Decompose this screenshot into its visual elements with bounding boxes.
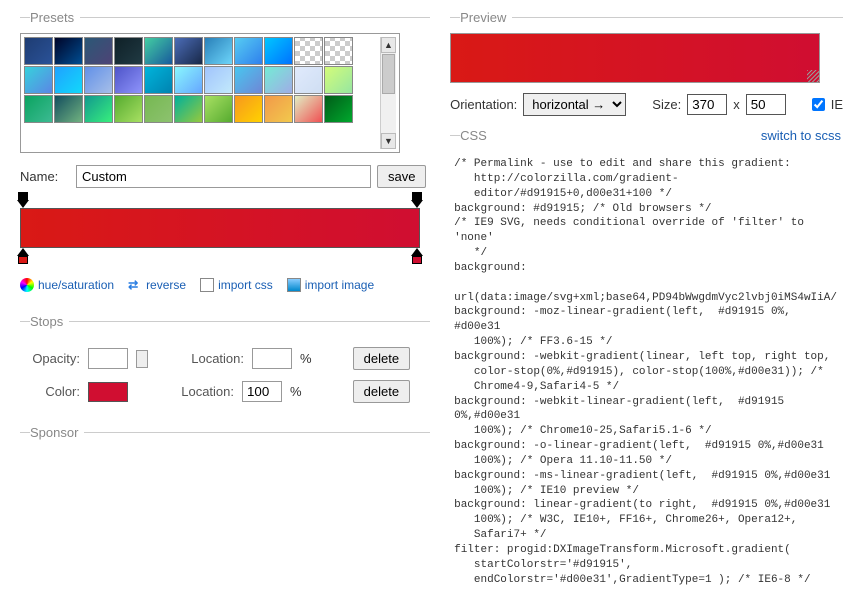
scroll-up-arrow[interactable]: ▲: [381, 37, 396, 53]
percent-1: %: [300, 351, 312, 366]
size-x: x: [733, 97, 740, 112]
height-input[interactable]: [746, 94, 786, 115]
hue-saturation-action[interactable]: hue/saturation: [20, 278, 114, 292]
import-image-icon: [287, 278, 301, 292]
preset-swatch[interactable]: [144, 37, 173, 65]
save-button[interactable]: save: [377, 165, 426, 188]
opacity-location-label: Location:: [184, 351, 244, 366]
preset-swatch[interactable]: [24, 66, 53, 94]
import-css-action[interactable]: import css: [200, 278, 273, 292]
ie-checkbox[interactable]: [812, 98, 825, 111]
name-input[interactable]: [76, 165, 371, 188]
css-section: CSS switch to scss /* Permalink - use to…: [450, 128, 843, 593]
preview-section: Preview Orientation: horizontal → Size: …: [450, 10, 843, 116]
preset-swatch[interactable]: [324, 95, 353, 123]
orientation-label: Orientation:: [450, 97, 517, 112]
color-stop-left[interactable]: [17, 248, 29, 264]
opacity-stop-right[interactable]: [411, 192, 423, 208]
preset-swatch[interactable]: [24, 37, 53, 65]
preview-box: [450, 33, 820, 83]
switch-to-scss-link[interactable]: switch to scss: [761, 128, 841, 143]
preset-swatch[interactable]: [324, 37, 353, 65]
stops-legend: Stops: [30, 314, 69, 329]
hue-icon: [20, 278, 34, 292]
gradient-editor[interactable]: [20, 208, 420, 248]
preset-swatch[interactable]: [114, 66, 143, 94]
presets-section: Presets ▲ ▼ Name: save: [20, 10, 430, 302]
presets-legend: Presets: [30, 10, 80, 25]
ie-label: IE: [831, 97, 843, 112]
presets-grid: [24, 37, 380, 149]
opacity-input[interactable]: [88, 348, 128, 369]
import-css-icon: [200, 278, 214, 292]
preview-legend: Preview: [460, 10, 512, 25]
opacity-stop-left[interactable]: [17, 192, 29, 208]
preset-swatch[interactable]: [114, 95, 143, 123]
gradient-bar[interactable]: [20, 208, 420, 248]
color-location-input[interactable]: [242, 381, 282, 402]
preset-swatch[interactable]: [84, 37, 113, 65]
stops-section: Stops Opacity: Location: % delete Color:…: [20, 314, 430, 413]
color-swatch[interactable]: [88, 382, 128, 402]
scroll-down-arrow[interactable]: ▼: [381, 133, 396, 149]
orientation-select[interactable]: horizontal →: [523, 93, 626, 116]
percent-2: %: [290, 384, 302, 399]
preset-swatch[interactable]: [84, 95, 113, 123]
preset-swatch[interactable]: [234, 37, 263, 65]
preset-swatch[interactable]: [204, 37, 233, 65]
size-label: Size:: [652, 97, 681, 112]
css-legend-text: CSS: [460, 128, 487, 143]
import-image-action[interactable]: import image: [287, 278, 374, 292]
name-label: Name:: [20, 169, 70, 184]
reverse-action[interactable]: ⇄reverse: [128, 278, 186, 292]
sponsor-legend: Sponsor: [30, 425, 84, 440]
opacity-location-input[interactable]: [252, 348, 292, 369]
preset-swatch[interactable]: [114, 37, 143, 65]
opacity-stepper[interactable]: [136, 350, 148, 368]
color-label: Color:: [20, 384, 80, 399]
preset-swatch[interactable]: [174, 66, 203, 94]
preset-swatch[interactable]: [294, 37, 323, 65]
width-input[interactable]: [687, 94, 727, 115]
preset-swatch[interactable]: [144, 95, 173, 123]
css-legend: CSS switch to scss: [460, 128, 853, 143]
opacity-label: Opacity:: [20, 351, 80, 366]
preset-swatch[interactable]: [324, 66, 353, 94]
preset-swatch[interactable]: [24, 95, 53, 123]
preset-swatch[interactable]: [144, 66, 173, 94]
preset-swatch[interactable]: [204, 95, 233, 123]
preset-swatch[interactable]: [294, 66, 323, 94]
color-stop-right[interactable]: [411, 248, 423, 264]
preset-swatch[interactable]: [54, 66, 83, 94]
preset-swatch[interactable]: [204, 66, 233, 94]
preset-swatch[interactable]: [54, 95, 83, 123]
preset-swatch[interactable]: [234, 66, 263, 94]
reverse-icon: ⇄: [128, 278, 142, 292]
preset-swatch[interactable]: [84, 66, 113, 94]
css-output[interactable]: /* Permalink - use to edit and share thi…: [450, 151, 843, 593]
preset-swatch[interactable]: [264, 37, 293, 65]
scroll-thumb[interactable]: [382, 54, 395, 94]
color-location-label: Location:: [174, 384, 234, 399]
preset-swatch[interactable]: [294, 95, 323, 123]
opacity-delete-button[interactable]: delete: [353, 347, 410, 370]
preview-resize-handle[interactable]: [807, 70, 819, 82]
preset-swatch[interactable]: [264, 66, 293, 94]
color-delete-button[interactable]: delete: [353, 380, 410, 403]
sponsor-section: Sponsor: [20, 425, 430, 448]
preset-swatch[interactable]: [234, 95, 263, 123]
preset-swatch[interactable]: [264, 95, 293, 123]
presets-scrollbar[interactable]: ▲ ▼: [380, 37, 396, 149]
preset-swatch[interactable]: [54, 37, 83, 65]
preset-swatch[interactable]: [174, 95, 203, 123]
presets-panel: ▲ ▼: [20, 33, 400, 153]
preset-swatch[interactable]: [174, 37, 203, 65]
